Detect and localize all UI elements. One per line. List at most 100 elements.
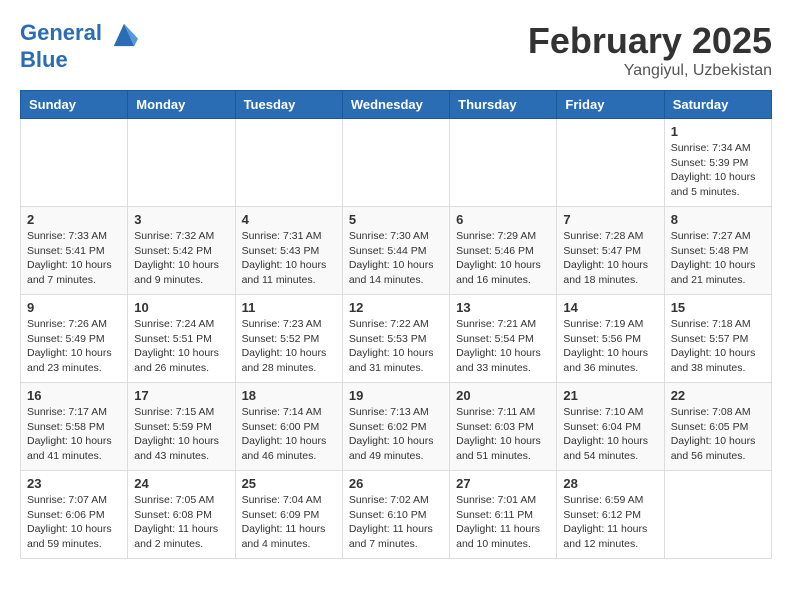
calendar-cell: 9Sunrise: 7:26 AM Sunset: 5:49 PM Daylig… [21, 295, 128, 383]
page-header: General Blue February 2025 Yangiyul, Uzb… [20, 20, 772, 80]
day-info: Sunrise: 7:11 AM Sunset: 6:03 PM Dayligh… [456, 405, 550, 464]
day-number: 26 [349, 476, 443, 491]
calendar-cell [342, 119, 449, 207]
day-number: 17 [134, 388, 228, 403]
weekday-header-saturday: Saturday [664, 91, 771, 119]
day-info: Sunrise: 7:21 AM Sunset: 5:54 PM Dayligh… [456, 317, 550, 376]
calendar-cell: 28 Sunrise: 6:59 AM Sunset: 6:12 PM Dayli… [557, 471, 664, 559]
calendar-cell: 8 Sunrise: 7:27 AM Sunset: 5:48 PM Daylig… [664, 207, 771, 295]
day-info: Sunrise: 7:19 AM Sunset: 5:56 PM Dayligh… [563, 317, 657, 376]
day-info: Sunrise: 7:31 AM Sunset: 5:43 PM Dayligh… [242, 229, 336, 288]
day-info: Sunrise: 6:59 AM Sunset: 6:12 PM Dayligh… [563, 493, 657, 552]
day-info: Sunrise: 7:07 AM Sunset: 6:06 PM Dayligh… [27, 493, 121, 552]
day-number: 2 [27, 212, 121, 227]
calendar-cell: 2 Sunrise: 7:33 AM Sunset: 5:41 PM Daylig… [21, 207, 128, 295]
day-number: 25 [242, 476, 336, 491]
day-number: 27 [456, 476, 550, 491]
day-number: 8 [671, 212, 765, 227]
logo-text-blue: Blue [20, 48, 138, 72]
calendar-cell [21, 119, 128, 207]
calendar-cell: 17 Sunrise: 7:15 AM Sunset: 5:59 PM Dayli… [128, 383, 235, 471]
day-info: Sunrise: 7:29 AM Sunset: 5:46 PM Dayligh… [456, 229, 550, 288]
day-number: 7 [563, 212, 657, 227]
weekday-header-friday: Friday [557, 91, 664, 119]
day-info: Sunrise: 7:10 AM Sunset: 6:04 PM Dayligh… [563, 405, 657, 464]
calendar-cell: 5 Sunrise: 7:30 AM Sunset: 5:44 PM Daylig… [342, 207, 449, 295]
day-number: 5 [349, 212, 443, 227]
calendar-cell [128, 119, 235, 207]
day-info: Sunrise: 7:30 AM Sunset: 5:44 PM Dayligh… [349, 229, 443, 288]
weekday-header-thursday: Thursday [450, 91, 557, 119]
calendar-cell: 10Sunrise: 7:24 AM Sunset: 5:51 PM Dayli… [128, 295, 235, 383]
day-number: 20 [456, 388, 550, 403]
calendar-cell: 26 Sunrise: 7:02 AM Sunset: 6:10 PM Dayli… [342, 471, 449, 559]
day-info: Sunrise: 7:17 AM Sunset: 5:58 PM Dayligh… [27, 405, 121, 464]
day-info: Sunrise: 7:08 AM Sunset: 6:05 PM Dayligh… [671, 405, 765, 464]
day-number: 22 [671, 388, 765, 403]
day-number: 24 [134, 476, 228, 491]
day-number: 21 [563, 388, 657, 403]
day-number: 6 [456, 212, 550, 227]
day-number: 1 [671, 124, 765, 139]
calendar-cell: 4 Sunrise: 7:31 AM Sunset: 5:43 PM Daylig… [235, 207, 342, 295]
day-info: Sunrise: 7:05 AM Sunset: 6:08 PM Dayligh… [134, 493, 228, 552]
day-info: Sunrise: 7:04 AM Sunset: 6:09 PM Dayligh… [242, 493, 336, 552]
calendar-cell [664, 471, 771, 559]
calendar-cell: 23 Sunrise: 7:07 AM Sunset: 6:06 PM Dayli… [21, 471, 128, 559]
calendar-table: SundayMondayTuesdayWednesdayThursdayFrid… [20, 90, 772, 559]
day-info: Sunrise: 7:33 AM Sunset: 5:41 PM Dayligh… [27, 229, 121, 288]
day-number: 23 [27, 476, 121, 491]
calendar-cell: 22 Sunrise: 7:08 AM Sunset: 6:05 PM Dayli… [664, 383, 771, 471]
day-number: 19 [349, 388, 443, 403]
day-info: Sunrise: 7:22 AM Sunset: 5:53 PM Dayligh… [349, 317, 443, 376]
calendar-cell: 15 Sunrise: 7:18 AM Sunset: 5:57 PM Dayli… [664, 295, 771, 383]
weekday-header-tuesday: Tuesday [235, 91, 342, 119]
calendar-cell: 13 Sunrise: 7:21 AM Sunset: 5:54 PM Dayli… [450, 295, 557, 383]
day-number: 4 [242, 212, 336, 227]
day-number: 16 [27, 388, 121, 403]
weekday-header-monday: Monday [128, 91, 235, 119]
calendar-cell: 6 Sunrise: 7:29 AM Sunset: 5:46 PM Daylig… [450, 207, 557, 295]
calendar-cell: 11 Sunrise: 7:23 AM Sunset: 5:52 PM Dayli… [235, 295, 342, 383]
day-info: Sunrise: 7:02 AM Sunset: 6:10 PM Dayligh… [349, 493, 443, 552]
day-info: Sunrise: 7:15 AM Sunset: 5:59 PM Dayligh… [134, 405, 228, 464]
day-number: 18 [242, 388, 336, 403]
day-info: Sunrise: 7:32 AM Sunset: 5:42 PM Dayligh… [134, 229, 228, 288]
calendar-cell: 19 Sunrise: 7:13 AM Sunset: 6:02 PM Dayli… [342, 383, 449, 471]
day-number: 13 [456, 300, 550, 315]
calendar-cell: 24 Sunrise: 7:05 AM Sunset: 6:08 PM Dayli… [128, 471, 235, 559]
weekday-header-wednesday: Wednesday [342, 91, 449, 119]
day-number: 28 [563, 476, 657, 491]
title-block: February 2025 Yangiyul, Uzbekistan [528, 20, 772, 80]
day-info: Sunrise: 7:34 AM Sunset: 5:39 PM Dayligh… [671, 141, 765, 200]
day-info: Sunrise: 7:14 AM Sunset: 6:00 PM Dayligh… [242, 405, 336, 464]
day-number: 14 [563, 300, 657, 315]
day-number: 9 [27, 300, 121, 315]
weekday-header-sunday: Sunday [21, 91, 128, 119]
location-text: Yangiyul, Uzbekistan [528, 62, 772, 80]
day-info: Sunrise: 7:01 AM Sunset: 6:11 PM Dayligh… [456, 493, 550, 552]
day-info: Sunrise: 7:27 AM Sunset: 5:48 PM Dayligh… [671, 229, 765, 288]
logo-text: General [20, 20, 138, 48]
month-title: February 2025 [528, 20, 772, 62]
calendar-cell [450, 119, 557, 207]
calendar-cell: 21 Sunrise: 7:10 AM Sunset: 6:04 PM Dayli… [557, 383, 664, 471]
day-info: Sunrise: 7:23 AM Sunset: 5:52 PM Dayligh… [242, 317, 336, 376]
calendar-cell: 25 Sunrise: 7:04 AM Sunset: 6:09 PM Dayli… [235, 471, 342, 559]
calendar-cell: 3 Sunrise: 7:32 AM Sunset: 5:42 PM Daylig… [128, 207, 235, 295]
calendar-cell: 18 Sunrise: 7:14 AM Sunset: 6:00 PM Dayli… [235, 383, 342, 471]
day-number: 3 [134, 212, 228, 227]
calendar-cell: 16 Sunrise: 7:17 AM Sunset: 5:58 PM Dayli… [21, 383, 128, 471]
day-info: Sunrise: 7:24 AM Sunset: 5:51 PM Dayligh… [134, 317, 228, 376]
day-number: 11 [242, 300, 336, 315]
calendar-cell: 7Sunrise: 7:28 AM Sunset: 5:47 PM Daylig… [557, 207, 664, 295]
calendar-cell: 1 Sunrise: 7:34 AM Sunset: 5:39 PM Daylig… [664, 119, 771, 207]
day-number: 12 [349, 300, 443, 315]
calendar-cell: 14 Sunrise: 7:19 AM Sunset: 5:56 PM Dayli… [557, 295, 664, 383]
day-info: Sunrise: 7:13 AM Sunset: 6:02 PM Dayligh… [349, 405, 443, 464]
logo: General Blue [20, 20, 138, 72]
day-number: 15 [671, 300, 765, 315]
day-info: Sunrise: 7:18 AM Sunset: 5:57 PM Dayligh… [671, 317, 765, 376]
calendar-cell: 12 Sunrise: 7:22 AM Sunset: 5:53 PM Dayli… [342, 295, 449, 383]
calendar-cell: 27 Sunrise: 7:01 AM Sunset: 6:11 PM Dayli… [450, 471, 557, 559]
